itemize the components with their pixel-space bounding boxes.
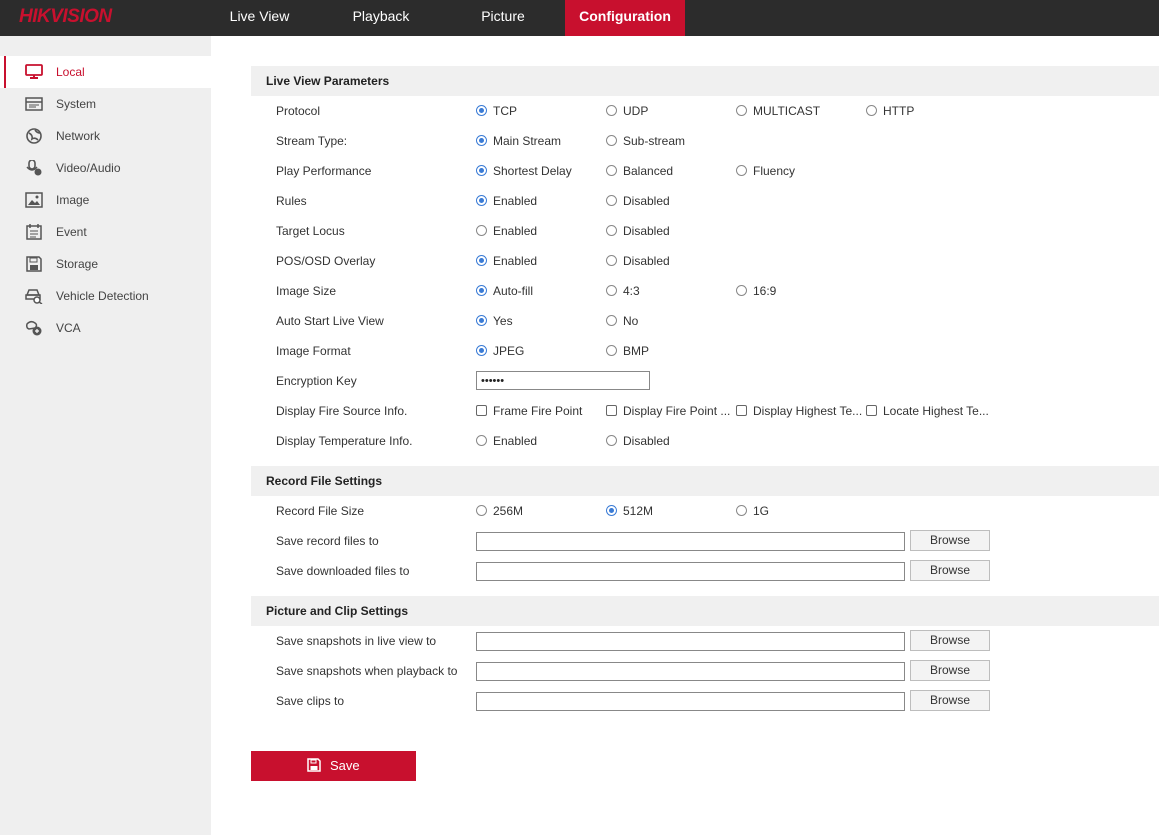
save-button[interactable]: Save: [251, 751, 416, 781]
image-icon: [25, 192, 43, 208]
sidebar-item-vca[interactable]: VCA: [0, 312, 211, 344]
snapshot-playback-label: Save snapshots when playback to: [276, 664, 458, 678]
sidebar-item-label: Local: [56, 65, 85, 79]
tab-picture[interactable]: Picture: [458, 0, 548, 36]
tab-live-view[interactable]: Live View: [211, 0, 308, 36]
sidebar-item-label: System: [56, 97, 97, 111]
protocol-label: Protocol: [276, 104, 321, 118]
sidebar-item-image[interactable]: Image: [0, 184, 211, 216]
fire-source-label: Display Fire Source Info.: [276, 404, 408, 418]
encryption-key-label: Encryption Key: [276, 374, 357, 388]
sidebar-item-vehicle-detection[interactable]: Vehicle Detection: [0, 280, 211, 312]
sidebar-item-network[interactable]: Network: [0, 120, 211, 152]
vehicle-icon: [25, 289, 43, 304]
image-format-label: Image Format: [276, 344, 351, 358]
save-downloaded-label: Save downloaded files to: [276, 564, 410, 578]
section-record-file-settings: Record File Settings: [251, 466, 1159, 496]
sidebar-item-local[interactable]: Local: [0, 56, 211, 88]
clips-path-input[interactable]: [476, 692, 905, 711]
sidebar-item-video-audio[interactable]: Video/Audio: [0, 152, 211, 184]
save-downloaded-path-input[interactable]: [476, 562, 905, 581]
microphone-icon: [26, 160, 42, 176]
section-live-view-parameters: Live View Parameters: [251, 66, 1159, 96]
section-title: Live View Parameters: [266, 74, 390, 88]
browse-snapshot-playback-button[interactable]: Browse: [910, 660, 990, 681]
clips-label: Save clips to: [276, 694, 345, 708]
browse-clips-button[interactable]: Browse: [910, 690, 990, 711]
target-locus-label: Target Locus: [276, 224, 345, 238]
disk-icon: [26, 256, 42, 272]
top-nav-bar: HIKVISION Live View Playback Picture Con…: [0, 0, 1159, 36]
sidebar-item-storage[interactable]: Storage: [0, 248, 211, 280]
section-picture-clip-settings: Picture and Clip Settings: [251, 596, 1159, 626]
snapshot-live-path-input[interactable]: [476, 632, 905, 651]
save-button-label: Save: [330, 758, 360, 773]
globe-icon: [26, 128, 42, 144]
monitor-icon: [25, 64, 43, 79]
auto-start-label: Auto Start Live View: [276, 314, 384, 328]
sidebar-item-label: Video/Audio: [56, 161, 121, 175]
section-title: Picture and Clip Settings: [266, 604, 409, 618]
sidebar-item-label: VCA: [56, 321, 81, 335]
sidebar-item-label: Storage: [56, 257, 99, 271]
snapshot-playback-path-input[interactable]: [476, 662, 905, 681]
pos-osd-label: POS/OSD Overlay: [276, 254, 376, 268]
record-file-size-label: Record File Size: [276, 504, 365, 518]
tab-configuration[interactable]: Configuration: [565, 0, 685, 36]
image-size-label: Image Size: [276, 284, 337, 298]
sidebar: Local System Network Video/Audio Image E…: [0, 36, 211, 835]
snapshot-live-label: Save snapshots in live view to: [276, 634, 437, 648]
save-icon: [307, 758, 321, 772]
hikvision-logo: HIKVISION: [19, 6, 112, 27]
sidebar-item-label: Network: [56, 129, 101, 143]
sidebar-item-event[interactable]: Event: [0, 216, 211, 248]
save-record-path-input[interactable]: [476, 532, 905, 551]
stream-type-label: Stream Type:: [276, 134, 348, 148]
vca-icon: [26, 320, 42, 336]
system-icon: [25, 97, 43, 111]
browse-record-button[interactable]: Browse: [910, 530, 990, 551]
sidebar-item-label: Image: [56, 193, 90, 207]
calendar-icon: [26, 224, 42, 240]
sidebar-item-label: Vehicle Detection: [56, 289, 149, 303]
temperature-info-label: Display Temperature Info.: [276, 434, 413, 448]
rules-label: Rules: [276, 194, 307, 208]
sidebar-item-label: Event: [56, 225, 87, 239]
section-title: Record File Settings: [266, 474, 383, 488]
save-record-label: Save record files to: [276, 534, 379, 548]
browse-snapshot-live-button[interactable]: Browse: [910, 630, 990, 651]
sidebar-item-system[interactable]: System: [0, 88, 211, 120]
tab-playback[interactable]: Playback: [330, 0, 432, 36]
encryption-key-input[interactable]: [476, 371, 650, 390]
play-performance-label: Play Performance: [276, 164, 372, 178]
browse-downloaded-button[interactable]: Browse: [910, 560, 990, 581]
